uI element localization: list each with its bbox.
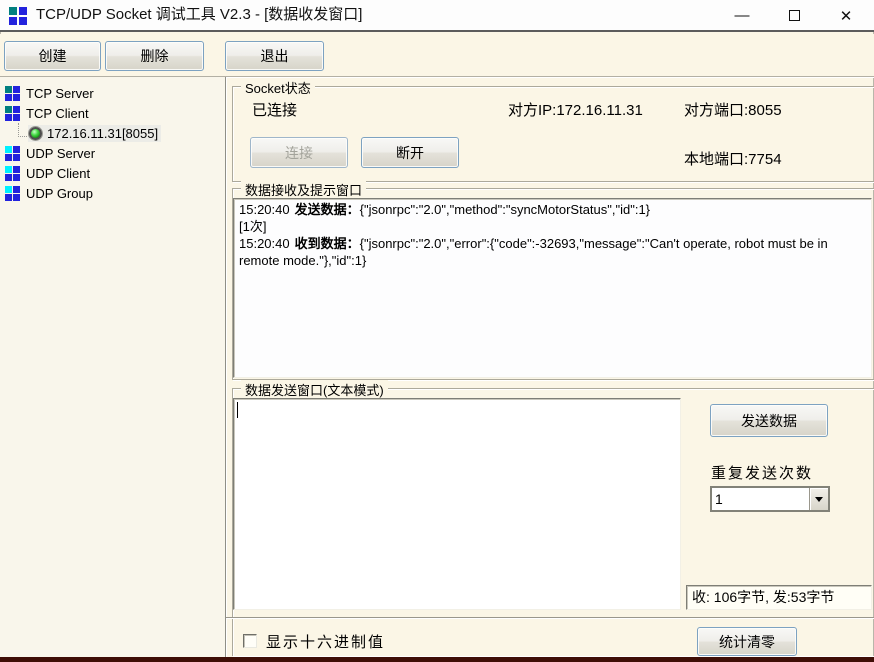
- byte-counter: 收: 106字节, 发:53字节: [686, 585, 872, 610]
- local-port-label: 本地端口:7754: [684, 148, 782, 169]
- window-title: TCP/UDP Socket 调试工具 V2.3 - [数据收发窗口]: [36, 0, 362, 30]
- reset-stats-button[interactable]: 统计清零: [697, 627, 797, 656]
- maximize-icon: [789, 10, 800, 21]
- connection-state-label: 已连接: [252, 99, 297, 120]
- close-icon: ✕: [840, 7, 853, 25]
- connection-tree: TCP Server TCP Client 172.16.11.31[8055]…: [0, 77, 226, 657]
- tree-item-udp-client[interactable]: UDP Client: [5, 163, 90, 183]
- tree-item-label: UDP Group: [26, 186, 93, 201]
- byte-counter-text: 收: 106字节, 发:53字节: [692, 589, 834, 605]
- app-icon-square: [19, 7, 27, 15]
- create-button[interactable]: 创建: [4, 41, 101, 71]
- log-direction-label: 发送数据：: [295, 202, 360, 217]
- log-line: 15:20:40 发送数据：{"jsonrpc":"2.0","method":"…: [239, 201, 866, 218]
- tree-item-label: TCP Client: [26, 106, 89, 121]
- tree-connector: [18, 123, 27, 137]
- log-line: 15:20:40收到数据：{"jsonrpc":"2.0","error":{"…: [239, 235, 866, 269]
- window-bottom-edge: [0, 657, 874, 662]
- tree-item-udp-group[interactable]: UDP Group: [5, 183, 93, 203]
- log-time: 15:20:40: [239, 202, 290, 217]
- app-icon-square: [9, 17, 17, 25]
- tree-item-label: UDP Server: [26, 146, 95, 161]
- socket-status-group-title: Socket状态: [241, 78, 315, 97]
- tree-item-tcp-client[interactable]: TCP Client: [5, 103, 89, 123]
- title-bar: TCP/UDP Socket 调试工具 V2.3 - [数据收发窗口] — ✕: [0, 0, 874, 32]
- tree-item-udp-server[interactable]: UDP Server: [5, 143, 95, 163]
- receive-group-title: 数据接收及提示窗口: [241, 180, 366, 199]
- divider: [226, 617, 874, 619]
- minimize-icon: —: [735, 7, 750, 24]
- log-body: [1次]: [239, 219, 266, 234]
- hex-display-label: 显示十六进制值: [266, 631, 385, 652]
- tree-item-connection[interactable]: 172.16.11.31[8055]: [18, 123, 161, 143]
- send-input[interactable]: [233, 398, 681, 610]
- repeat-count-label: 重复发送次数: [711, 462, 813, 483]
- minimize-button[interactable]: —: [718, 0, 766, 31]
- exit-button[interactable]: 退出: [225, 41, 324, 71]
- hex-display-checkbox[interactable]: [243, 634, 257, 648]
- udp-node-icon: [5, 166, 20, 181]
- log-line: [1次]: [239, 218, 866, 235]
- log-time: 15:20:40: [239, 236, 290, 251]
- app-window: TCP/UDP Socket 调试工具 V2.3 - [数据收发窗口] — ✕ …: [0, 0, 874, 662]
- maximize-button[interactable]: [770, 0, 818, 31]
- peer-ip-label: 对方IP:172.16.11.31: [508, 99, 643, 120]
- tcp-node-icon: [5, 86, 20, 101]
- udp-node-icon: [5, 186, 20, 201]
- disconnect-button[interactable]: 断开: [361, 137, 459, 168]
- app-icon-square: [19, 17, 27, 25]
- send-data-button[interactable]: 发送数据: [710, 404, 828, 437]
- log-direction-label: 收到数据：: [295, 236, 360, 251]
- delete-button[interactable]: 删除: [105, 41, 204, 71]
- log-body: {"jsonrpc":"2.0","method":"syncMotorStat…: [360, 202, 650, 217]
- combobox-dropdown-button[interactable]: [809, 488, 828, 510]
- chevron-down-icon: [815, 497, 823, 502]
- repeat-count-value: 1: [712, 488, 809, 510]
- repeat-count-combobox[interactable]: 1: [710, 486, 830, 512]
- app-icon-square: [9, 7, 17, 15]
- tree-item-label: TCP Server: [26, 86, 94, 101]
- text-caret: [237, 402, 238, 418]
- receive-log[interactable]: 15:20:40 发送数据：{"jsonrpc":"2.0","method":"…: [233, 198, 872, 378]
- udp-node-icon: [5, 146, 20, 161]
- connect-button: 连接: [250, 137, 348, 168]
- tcp-node-icon: [5, 106, 20, 121]
- peer-port-label: 对方端口:8055: [684, 99, 782, 120]
- send-group-title: 数据发送窗口(文本模式): [241, 380, 388, 399]
- tree-item-tcp-server[interactable]: TCP Server: [5, 83, 94, 103]
- tree-selection: 172.16.11.31[8055]: [28, 125, 161, 142]
- tree-item-label: UDP Client: [26, 166, 90, 181]
- tree-item-label: 172.16.11.31[8055]: [47, 126, 158, 141]
- connection-icon: [29, 127, 42, 140]
- close-button[interactable]: ✕: [822, 0, 870, 31]
- app-icon: [9, 7, 27, 25]
